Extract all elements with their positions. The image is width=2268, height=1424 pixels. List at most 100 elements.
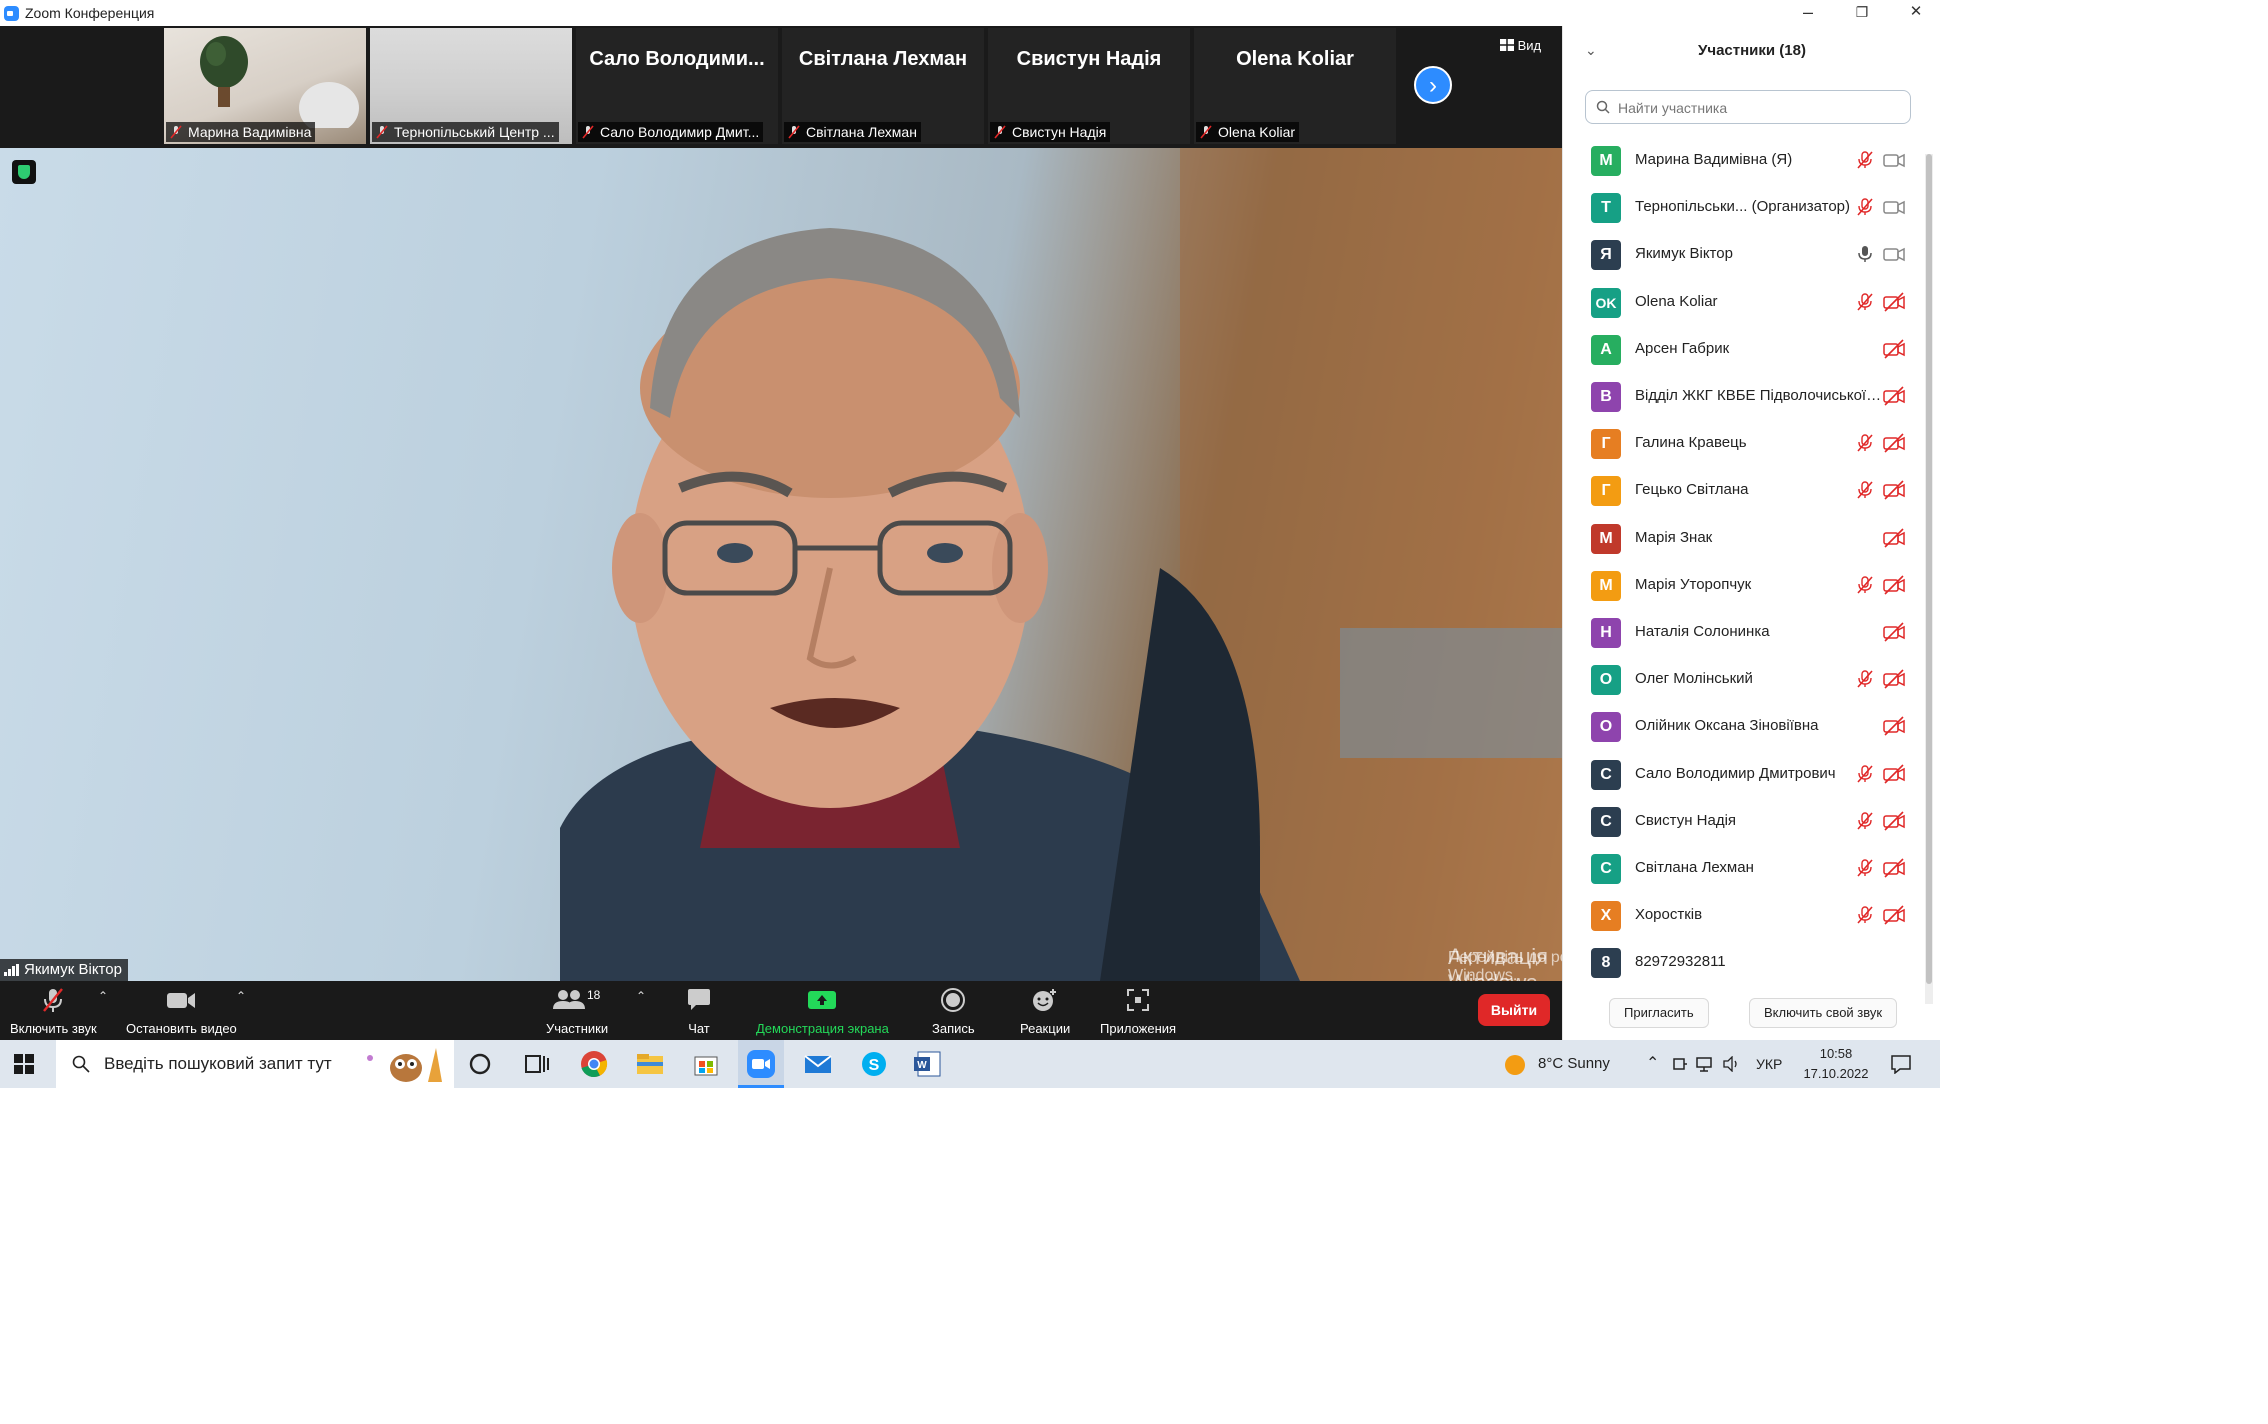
zoom-app-icon: [747, 1050, 775, 1078]
audio-options-caret[interactable]: ⌃: [98, 989, 108, 1003]
camera-off-icon: [1883, 386, 1905, 406]
participants-options-caret[interactable]: ⌃: [636, 989, 646, 1003]
zoom-window: Zoom Конференция – ❐ ✕ Марина Вадимівна: [0, 0, 1941, 1088]
taskbar-search-text: Введіть пошуковий запит тут: [104, 1054, 332, 1073]
participant-row[interactable]: С Сало Володимир Дмитрович: [1563, 750, 1923, 797]
share-screen-button[interactable]: Демонстрация экрана: [756, 987, 889, 1036]
avatar: А: [1591, 334, 1621, 365]
avatar: О: [1591, 712, 1621, 743]
windows-start-icon[interactable]: [14, 1054, 34, 1074]
participant-row[interactable]: Т Тернопільськи... (Организатор): [1563, 183, 1923, 230]
participant-name: Марія Знак: [1635, 528, 1713, 546]
participant-row[interactable]: Н Наталія Солонинка: [1563, 608, 1923, 655]
participant-row[interactable]: С Свистун Надія: [1563, 797, 1923, 844]
reactions-button[interactable]: Реакции: [1020, 987, 1070, 1036]
view-button[interactable]: Вид: [1500, 38, 1541, 53]
zoom-taskbar-button[interactable]: [738, 1040, 784, 1088]
participant-list-scrollbar[interactable]: [1925, 154, 1933, 1004]
video-tile[interactable]: Марина Вадимівна: [164, 28, 366, 144]
participant-row[interactable]: М Марія Уторопчук: [1563, 561, 1923, 608]
svg-text:18: 18: [587, 988, 601, 1002]
word-icon[interactable]: W: [912, 1048, 944, 1080]
participant-name: 82972932811: [1635, 953, 1726, 971]
video-options-caret[interactable]: ⌃: [236, 989, 246, 1003]
minimize-button[interactable]: –: [1784, 0, 1832, 26]
apps-button[interactable]: Приложения: [1100, 987, 1176, 1036]
participant-row[interactable]: О Олійник Оксана Зіновіївна: [1563, 702, 1923, 749]
mic-off-icon: [1857, 292, 1873, 311]
participant-row[interactable]: М Марина Вадимівна (Я): [1563, 136, 1923, 183]
panel-title: Участники (18): [1698, 42, 1806, 59]
maximize-button[interactable]: ❐: [1838, 0, 1886, 26]
participant-name: Марія Уторопчук: [1635, 575, 1752, 593]
mic-off-icon: [170, 125, 182, 139]
notifications-icon[interactable]: [1890, 1054, 1912, 1074]
participant-row[interactable]: В Відділ ЖКГ КВБЕ Підволочиської с...: [1563, 372, 1923, 419]
invite-button[interactable]: Пригласить: [1609, 998, 1709, 1028]
participant-name: Марина Вадимівна (Я): [1635, 151, 1793, 168]
mic-off-icon: [1200, 125, 1212, 139]
leave-button[interactable]: Выйти: [1478, 994, 1550, 1026]
apps-icon: [1127, 989, 1150, 1011]
participant-row[interactable]: М Марія Знак: [1563, 514, 1923, 561]
camera-off-icon: [1883, 811, 1905, 831]
taskbar-clock[interactable]: 10:58 17.10.2022: [1796, 1044, 1876, 1084]
scrollbar-thumb[interactable]: [1926, 154, 1932, 984]
meet-now-icon[interactable]: [1672, 1056, 1688, 1072]
participant-row[interactable]: Я Якимук Віктор: [1563, 230, 1923, 277]
record-button[interactable]: Запись: [932, 987, 975, 1036]
weather-text[interactable]: 8°C Sunny: [1538, 1040, 1610, 1088]
avatar: 8: [1591, 948, 1621, 979]
participant-search[interactable]: [1585, 90, 1911, 124]
video-tile[interactable]: Сало Володими... Сало Володимир Дмит...: [576, 28, 778, 144]
participant-row[interactable]: 8 82972932811: [1563, 938, 1923, 985]
tile-name: Свистун Надія: [1016, 48, 1162, 70]
next-page-button[interactable]: ›: [1414, 66, 1452, 104]
active-speaker-video[interactable]: Якимук Віктор Активація Windows: [0, 148, 1562, 981]
mail-icon[interactable]: [802, 1048, 834, 1080]
video-tile[interactable]: Тернопільський Центр ...: [370, 28, 572, 144]
participant-row[interactable]: Г Гецько Світлана: [1563, 466, 1923, 513]
video-tile[interactable]: Світлана Лехман Світлана Лехман: [782, 28, 984, 144]
tile-label: Тернопільський Центр ...: [372, 122, 559, 142]
video-tile[interactable]: Olena Koliar Olena Koliar: [1194, 28, 1396, 144]
participant-row[interactable]: С Світлана Лехман: [1563, 844, 1923, 891]
input-language[interactable]: УКР: [1756, 1040, 1782, 1088]
tile-label: Olena Koliar: [1196, 122, 1300, 142]
participant-search-input[interactable]: [1616, 97, 1900, 119]
search-highlight-owl-icon: [367, 1048, 442, 1082]
chat-button[interactable]: Чат: [686, 987, 712, 1036]
participant-name: Олег Молінський: [1635, 670, 1753, 688]
video-tile[interactable]: Свистун Надія Свистун Надія: [988, 28, 1190, 144]
mic-off-icon: [43, 988, 64, 1012]
chrome-icon[interactable]: [578, 1048, 610, 1080]
unmute-myself-button[interactable]: Включить свой звук: [1749, 998, 1898, 1028]
participant-row[interactable]: О Олег Молінський: [1563, 655, 1923, 702]
mic-off-icon: [1857, 764, 1873, 783]
participant-row[interactable]: Г Галина Кравець: [1563, 419, 1923, 466]
participant-name: Олійник Оксана Зіновіївна: [1635, 717, 1819, 735]
task-view-icon[interactable]: [520, 1048, 552, 1080]
participants-button[interactable]: 18 Участники: [546, 987, 608, 1036]
stop-video-button[interactable]: Остановить видео: [126, 987, 237, 1036]
participant-row[interactable]: А Арсен Габрик: [1563, 325, 1923, 372]
participant-strip: Марина Вадимівна Тернопільський Центр ..…: [0, 26, 1562, 146]
taskbar-search[interactable]: Введіть пошуковий запит тут: [56, 1040, 454, 1088]
cortana-icon[interactable]: [464, 1048, 496, 1080]
microsoft-store-icon[interactable]: [690, 1048, 722, 1080]
volume-icon[interactable]: [1722, 1056, 1740, 1072]
avatar: В: [1591, 382, 1621, 412]
avatar: М: [1591, 570, 1621, 601]
encryption-shield-icon[interactable]: [12, 160, 36, 184]
skype-icon[interactable]: S: [858, 1048, 890, 1080]
file-explorer-icon[interactable]: [634, 1048, 666, 1080]
participant-row[interactable]: Х Хоростків: [1563, 891, 1923, 938]
participant-row[interactable]: OK Olena Koliar: [1563, 278, 1923, 325]
signal-strength-icon: [4, 964, 19, 976]
weather-sun-icon[interactable]: [1504, 1054, 1526, 1076]
network-icon[interactable]: [1696, 1056, 1714, 1072]
unmute-button[interactable]: Включить звук: [10, 987, 97, 1036]
close-button[interactable]: ✕: [1892, 0, 1940, 26]
show-hidden-icons-chevron[interactable]: ⌃: [1646, 1040, 1659, 1088]
mic-off-icon: [1857, 906, 1873, 924]
